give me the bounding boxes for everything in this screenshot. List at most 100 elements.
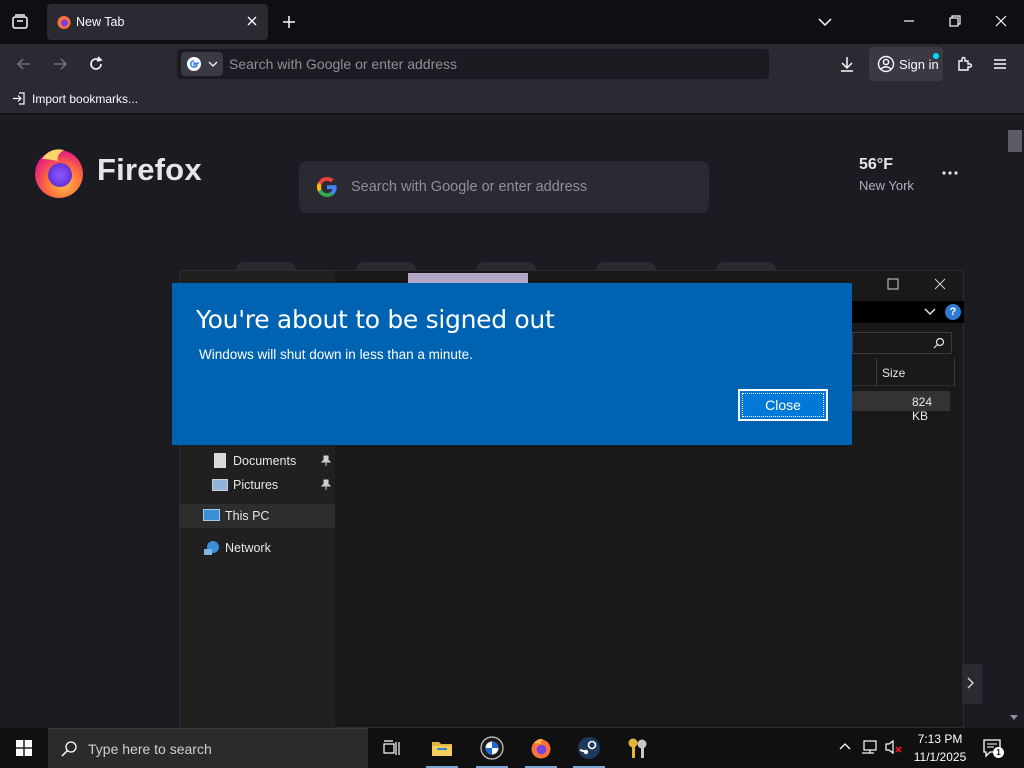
keys-icon <box>626 736 650 760</box>
dialog-message: Windows will shut down in less than a mi… <box>199 347 473 362</box>
taskbar-search-box[interactable]: Type here to search <box>48 728 368 768</box>
nav-item-pictures[interactable]: Pictures <box>180 473 335 497</box>
task-view-button[interactable] <box>372 728 412 768</box>
url-input[interactable] <box>229 49 749 79</box>
back-arrow-icon[interactable] <box>15 55 33 73</box>
forward-arrow-icon[interactable] <box>51 55 69 73</box>
nav-item-documents[interactable]: Documents <box>180 449 335 473</box>
chevron-down-icon <box>208 60 218 68</box>
side-panel-toggle[interactable] <box>962 664 982 704</box>
start-button[interactable] <box>0 728 48 768</box>
shortcut-tile[interactable] <box>596 262 656 270</box>
pin-icon[interactable] <box>321 455 331 467</box>
file-row[interactable]: 824 KB <box>852 391 950 423</box>
url-bar[interactable] <box>177 49 769 79</box>
shortcut-tile[interactable] <box>716 262 776 270</box>
file-size: 824 KB <box>912 395 933 423</box>
account-icon <box>877 55 895 73</box>
sign-out-dialog: You're about to be signed out Windows wi… <box>172 283 852 445</box>
show-hidden-icons-chevron-icon[interactable] <box>838 741 852 751</box>
import-bookmarks-label: Import bookmarks... <box>32 92 139 106</box>
google-icon <box>186 56 202 72</box>
bookmarks-toolbar: Import bookmarks... <box>0 84 1024 114</box>
chevron-right-icon <box>966 676 976 690</box>
steam-icon <box>577 736 601 760</box>
restore-icon[interactable] <box>948 14 962 28</box>
search-icon <box>933 337 945 349</box>
scrollbar-thumb[interactable] <box>1008 130 1022 152</box>
menu-icon[interactable] <box>991 55 1009 73</box>
sign-in-label: Sign in <box>899 57 939 72</box>
network-icon <box>203 540 221 556</box>
newtab-search-placeholder: Search with Google or enter address <box>351 179 588 195</box>
tab-bar: New Tab <box>0 0 1024 44</box>
nav-item-network[interactable]: Network <box>180 536 335 560</box>
google-icon <box>315 175 339 199</box>
import-icon <box>12 92 25 105</box>
document-icon <box>214 453 226 468</box>
pictures-icon <box>212 479 228 491</box>
task-view-icon <box>383 739 401 757</box>
folder-icon <box>431 739 453 757</box>
close-window-icon[interactable] <box>994 14 1008 28</box>
download-icon[interactable] <box>838 55 856 73</box>
more-options-icon[interactable] <box>941 166 959 180</box>
import-bookmarks-button[interactable]: Import bookmarks... <box>6 86 144 110</box>
windows-logo-icon <box>16 740 32 756</box>
network-status-icon[interactable] <box>862 739 880 755</box>
help-icon[interactable]: ? <box>945 304 961 320</box>
volume-muted-icon[interactable] <box>885 739 903 755</box>
tab-list-icon[interactable] <box>10 12 30 32</box>
clock-time[interactable]: 7:13 PM <box>913 732 967 746</box>
newtab-search-box[interactable]: Search with Google or enter address <box>299 161 709 213</box>
close-icon[interactable] <box>934 278 946 290</box>
sign-in-button[interactable]: Sign in <box>869 47 943 81</box>
scroll-down-arrow-icon[interactable] <box>1009 714 1019 722</box>
firefox-wordmark: Firefox <box>97 152 202 187</box>
notification-count-badge: 1 <box>993 747 1004 758</box>
dialog-title: You're about to be signed out <box>196 305 555 334</box>
taskbar-firefox[interactable] <box>521 728 561 768</box>
notification-dot <box>933 53 939 59</box>
explorer-search-input[interactable] <box>852 332 952 354</box>
nav-item-label: Documents <box>233 454 297 468</box>
nav-item-label: This PC <box>225 509 270 523</box>
minimize-icon[interactable] <box>902 14 916 28</box>
column-header-size[interactable]: Size <box>882 366 905 380</box>
chevron-down-icon[interactable] <box>924 307 936 317</box>
weather-temperature: 56°F <box>859 156 893 173</box>
reload-icon[interactable] <box>87 55 105 73</box>
ribbon-strip: ? <box>852 301 964 323</box>
taskbar-bmw-app[interactable] <box>472 728 512 768</box>
nav-item-label: Pictures <box>233 478 279 492</box>
chevron-down-icon[interactable] <box>817 15 833 29</box>
firefox-icon <box>530 737 552 759</box>
taskbar-steam[interactable] <box>569 728 609 768</box>
weather-location: New York <box>859 178 914 193</box>
new-tab-icon[interactable] <box>281 14 297 30</box>
clock-date[interactable]: 11/1/2025 <box>909 750 971 764</box>
shortcut-tile[interactable] <box>356 262 416 270</box>
search-icon <box>60 740 78 758</box>
extensions-icon[interactable] <box>955 55 973 73</box>
bmw-logo-icon <box>480 736 504 760</box>
taskbar-keys-app[interactable] <box>618 728 658 768</box>
close-tab-icon[interactable] <box>245 14 259 28</box>
tab-new-tab[interactable]: New Tab <box>47 4 268 40</box>
taskbar-search-placeholder: Type here to search <box>88 741 212 757</box>
tab-title: New Tab <box>76 15 125 29</box>
nav-item-this-pc[interactable]: This PC <box>180 504 335 528</box>
pin-icon[interactable] <box>321 479 331 491</box>
taskbar-file-explorer[interactable] <box>422 728 462 768</box>
page-scrollbar[interactable] <box>1005 114 1024 728</box>
close-button[interactable]: Close <box>738 389 828 421</box>
computer-icon <box>203 509 220 521</box>
column-divider <box>876 358 877 386</box>
firefox-logo <box>32 145 86 199</box>
maximize-icon[interactable] <box>887 278 899 290</box>
shortcut-tile[interactable] <box>476 262 536 270</box>
shortcut-tile[interactable] <box>236 262 296 270</box>
action-center-button[interactable]: 1 <box>982 738 1004 758</box>
search-engine-button[interactable] <box>181 52 223 76</box>
column-divider <box>954 358 955 386</box>
